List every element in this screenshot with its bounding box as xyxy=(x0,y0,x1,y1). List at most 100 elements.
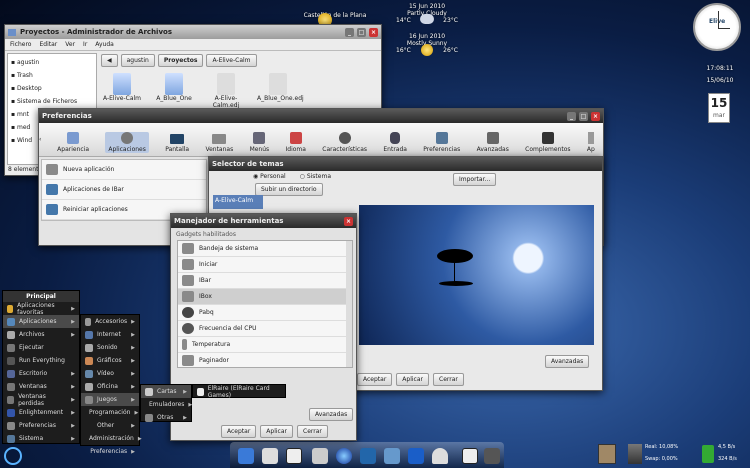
accept-button[interactable]: Aceptar xyxy=(221,425,257,438)
toolbar-aplicaciones[interactable]: Aplicaciones xyxy=(105,132,149,153)
gadget-item-selected[interactable]: IBox xyxy=(178,289,352,305)
menu-item-favorites[interactable]: Aplicaciones favoritas ▶ xyxy=(3,302,79,316)
place-filesystem[interactable]: ▪ Sistema de Ficheros xyxy=(11,95,93,108)
menu-item-run-everything[interactable]: Run Everything xyxy=(3,354,79,367)
toolbar-ventanas[interactable]: Ventanas xyxy=(205,134,233,153)
lock-icon[interactable] xyxy=(432,448,448,464)
tab-sistema[interactable]: ○ Sistema xyxy=(300,173,331,180)
submenu-item[interactable]: Administración ▶ xyxy=(81,432,142,445)
import-button[interactable]: Importar... xyxy=(453,173,497,186)
back-button[interactable]: ◀ xyxy=(101,54,118,67)
piano-icon[interactable] xyxy=(462,448,478,464)
appstore-icon[interactable] xyxy=(384,448,400,464)
menu-fichero[interactable]: Fichero xyxy=(10,41,31,48)
side-item-new-app[interactable]: Nueva aplicación xyxy=(42,160,206,180)
upload-directory-button[interactable]: Subir un directorio xyxy=(255,183,323,196)
chair-icon[interactable] xyxy=(238,448,254,464)
browser-icon[interactable] xyxy=(336,448,352,464)
menu-item-files[interactable]: Archivos ▶ xyxy=(3,328,79,341)
file-manager-titlebar[interactable]: Proyectos - Administrador de Archivos _ □… xyxy=(5,25,381,39)
tools-icon[interactable] xyxy=(262,448,278,464)
place-agustin[interactable]: ▪ agustin xyxy=(11,56,93,69)
cards-item-elraire[interactable]: ElRaire (ElRaire Card Games) xyxy=(193,385,285,399)
toolbar-preferencias[interactable]: Preferencias xyxy=(423,132,460,153)
toolbar-idioma[interactable]: Idioma xyxy=(286,132,306,153)
submenu-item[interactable]: Programación ▶ xyxy=(81,406,139,419)
place-trash[interactable]: ▪ Trash xyxy=(11,69,93,82)
file-item[interactable]: A-Elive-Calm.edj xyxy=(205,73,247,109)
submenu-item-games[interactable]: Juegos ▶ xyxy=(81,393,139,406)
menu-item-run[interactable]: Ejecutar xyxy=(3,341,79,354)
menu-item-enlightenment[interactable]: Enlightenment ▶ xyxy=(3,406,79,419)
close-button[interactable]: Cerrar xyxy=(433,373,464,386)
piano-icon[interactable] xyxy=(286,448,302,464)
menu-ir[interactable]: Ir xyxy=(83,41,87,48)
submenu-item[interactable]: Sonido ▶ xyxy=(81,341,139,354)
tool-manager-titlebar[interactable]: Manejador de herramientas × xyxy=(171,214,356,228)
accept-button[interactable]: Aceptar xyxy=(357,373,393,386)
submenu-item[interactable]: Other ▶ xyxy=(81,419,139,432)
games-item-emulators[interactable]: Emuladores ▶ xyxy=(141,398,192,411)
toolbar-caracteristicas[interactable]: Características xyxy=(322,132,367,153)
games-item-cards[interactable]: Cartas ▶ xyxy=(141,385,191,398)
place-desktop[interactable]: ▪ Desktop xyxy=(11,82,93,95)
path-agustin[interactable]: agustin xyxy=(120,54,155,67)
toolbar-apariencia[interactable]: Apariencia xyxy=(57,132,89,153)
preferences-titlebar[interactable]: Preferencias _ □ × xyxy=(39,109,603,123)
games-item-other[interactable]: Otras ▶ xyxy=(141,411,191,424)
maximize-icon[interactable]: □ xyxy=(357,27,366,37)
file-item[interactable]: A_Blue_One xyxy=(153,73,195,109)
menu-item-desktop[interactable]: Escritorio ▶ xyxy=(3,367,79,380)
globe-icon[interactable] xyxy=(360,448,376,464)
side-item-ibar[interactable]: Aplicaciones de IBar xyxy=(42,180,206,200)
gadget-item[interactable]: Frecuencia del CPU xyxy=(178,321,352,337)
menu-ver[interactable]: Ver xyxy=(65,41,75,48)
close-icon[interactable]: × xyxy=(344,216,353,226)
apply-button[interactable]: Aplicar xyxy=(396,373,429,386)
toolbar-menus[interactable]: Menús xyxy=(250,132,269,153)
maximize-icon[interactable]: □ xyxy=(579,111,588,121)
file-item[interactable]: A_Blue_One.edj xyxy=(257,73,304,109)
monitor-icon[interactable] xyxy=(408,448,424,464)
menu-item-windows[interactable]: Ventanas ▶ xyxy=(3,380,79,393)
submenu-item[interactable]: Internet ▶ xyxy=(81,328,139,341)
theme-advanced-button[interactable]: Avanzadas xyxy=(545,355,590,368)
gadget-item[interactable]: Pabq xyxy=(178,305,352,321)
menu-item-preferences[interactable]: Preferencias ▶ xyxy=(3,419,79,432)
apply-button[interactable]: Aplicar xyxy=(260,425,293,438)
menu-item-lost-windows[interactable]: Ventanas perdidas ▶ xyxy=(3,393,79,407)
tool-advanced-button[interactable]: Avanzadas xyxy=(309,408,354,421)
minimize-icon[interactable]: _ xyxy=(345,27,354,37)
submenu-item[interactable]: Accesorios ▶ xyxy=(81,315,139,328)
terminal-icon[interactable] xyxy=(484,448,500,464)
menu-ayuda[interactable]: Ayuda xyxy=(95,41,114,48)
toolbar-complementos[interactable]: Complementos xyxy=(525,132,571,153)
pager-widget[interactable] xyxy=(598,444,616,464)
theme-list-item[interactable]: A-Elive-Calm xyxy=(213,195,263,209)
theme-selector-titlebar[interactable]: Selector de temas xyxy=(209,157,602,171)
gadget-item[interactable]: IBar xyxy=(178,273,352,289)
mail-icon[interactable] xyxy=(312,448,328,464)
gadget-item[interactable]: Paginador xyxy=(178,353,352,367)
menu-editar[interactable]: Editar xyxy=(39,41,57,48)
file-item[interactable]: A-Elive-Calm xyxy=(101,73,143,109)
submenu-item[interactable]: Oficina ▶ xyxy=(81,380,139,393)
close-icon[interactable]: × xyxy=(369,27,378,37)
close-button[interactable]: Cerrar xyxy=(297,425,328,438)
path-proyectos[interactable]: Proyectos xyxy=(157,54,204,67)
toolbar-entrada[interactable]: Entrada xyxy=(383,132,407,153)
toolbar-more[interactable]: Ap xyxy=(587,132,595,153)
submenu-item[interactable]: Preferencias ▶ xyxy=(81,445,139,458)
gadget-item[interactable]: Bandeja de sistema xyxy=(178,241,352,257)
gadget-item[interactable]: Iniciar xyxy=(178,257,352,273)
scroll-left-icon[interactable]: ‹ xyxy=(39,123,49,156)
close-icon[interactable]: × xyxy=(591,111,600,121)
tab-personal[interactable]: ◉ Personal xyxy=(253,173,286,180)
menu-item-applications[interactable]: Aplicaciones ▶ xyxy=(3,315,79,328)
elive-start-icon[interactable] xyxy=(4,447,22,465)
submenu-item[interactable]: Gráficos ▶ xyxy=(81,354,139,367)
gadget-item[interactable]: Temperatura xyxy=(178,337,352,353)
gadget-scrollbar[interactable] xyxy=(346,241,352,367)
menu-item-system[interactable]: Sistema ▶ xyxy=(3,432,79,445)
submenu-item[interactable]: Vídeo ▶ xyxy=(81,367,139,380)
